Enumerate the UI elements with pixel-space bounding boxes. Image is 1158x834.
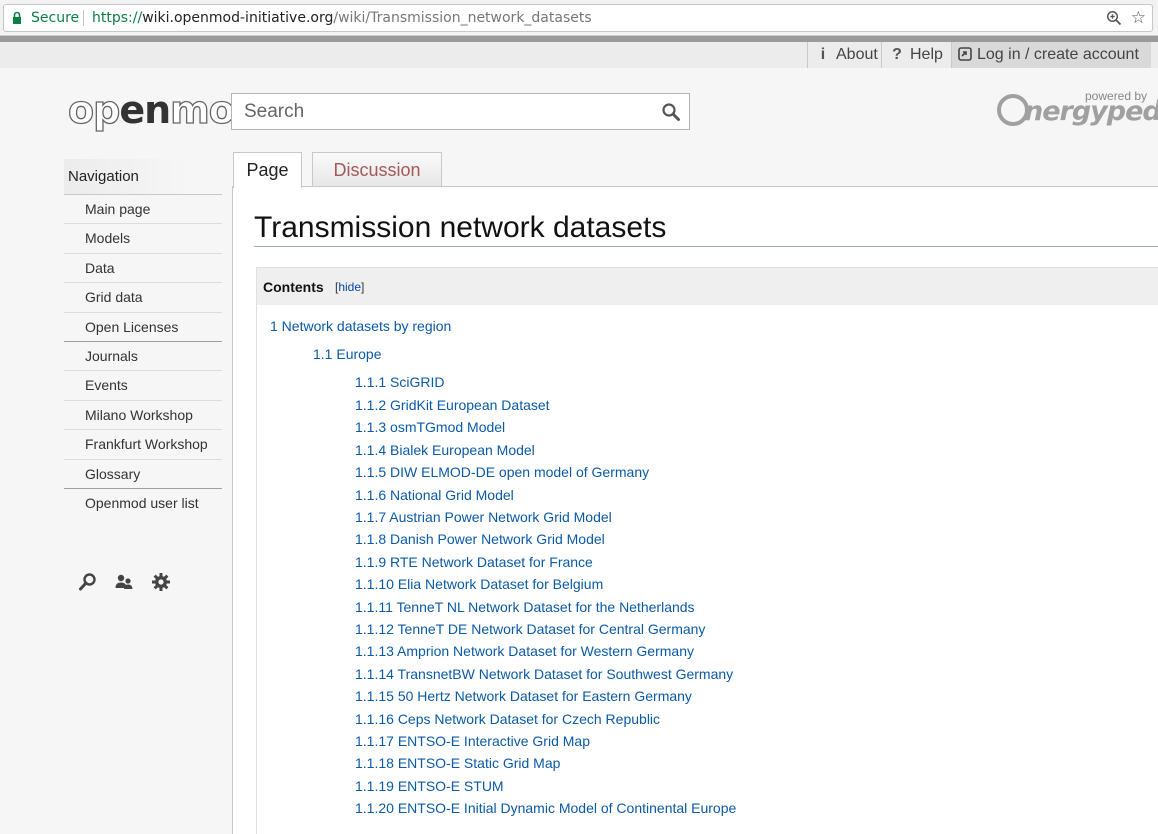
sidebar-link-milano-workshop[interactable]: Milano Workshop [64, 401, 222, 429]
toc-item[interactable]: 1.1.4 Bialek European Model [355, 442, 535, 458]
sidebar-item-glossary: Glossary [64, 460, 222, 489]
toc-item[interactable]: 1.1.3 osmTGmod Model [355, 419, 505, 435]
sidebar-item-data: Data [64, 254, 222, 284]
sidebar-item-models: Models [64, 224, 222, 254]
sidebar-link-grid-data[interactable]: Grid data [64, 283, 222, 311]
info-icon: i [820, 46, 826, 63]
about-link[interactable]: i About [807, 42, 881, 68]
toc-item[interactable]: 1.1.17 ENTSO-E Interactive Grid Map [355, 733, 590, 749]
search-icon[interactable] [78, 572, 98, 592]
sidebar-link-data[interactable]: Data [64, 254, 222, 282]
search-box [231, 93, 690, 130]
address-separator [83, 10, 84, 26]
toc-item[interactable]: 1.1.16 Ceps Network Dataset for Czech Re… [355, 711, 660, 727]
toc-item[interactable]: 1.1.9 RTE Network Dataset for France [355, 554, 593, 570]
logo-part-op: op [67, 87, 121, 132]
bookmark-star-icon[interactable]: ☆ [1131, 8, 1146, 28]
sidebar-item-main-page: Main page [64, 195, 222, 225]
url-host: wiki.openmod-initiative.org [142, 10, 334, 26]
toc-item[interactable]: 1.1.14 TransnetBW Network Dataset for So… [355, 666, 733, 682]
users-icon[interactable] [114, 572, 134, 592]
toc-item[interactable]: 1.1.12 TenneT DE Network Dataset for Cen… [355, 621, 705, 637]
sidebar-link-journals[interactable]: Journals [64, 342, 222, 370]
url-path: /wiki/Transmission_network_datasets [333, 10, 592, 26]
tab-discussion[interactable]: Discussion [312, 152, 442, 186]
toc-hide-link[interactable]: hide [338, 280, 361, 294]
toc-toggle: [hide] [335, 280, 364, 294]
login-label: Log in / create account [977, 46, 1139, 63]
toc-item[interactable]: 1.1.10 Elia Network Dataset for Belgium [355, 576, 603, 592]
help-link[interactable]: ? Help [881, 42, 951, 68]
zoom-icon[interactable] [1106, 10, 1122, 26]
toc-item[interactable]: 1.1.6 National Grid Model [355, 487, 514, 503]
login-icon [958, 47, 972, 61]
about-label: About [836, 46, 878, 63]
sidebar-link-frankfurt-workshop[interactable]: Frankfurt Workshop [64, 430, 222, 458]
sidebar-link-models[interactable]: Models [64, 224, 222, 252]
url-protocol: https:// [92, 10, 143, 26]
tab-page[interactable]: Page [233, 152, 302, 188]
search-icon[interactable] [661, 102, 681, 122]
browser-address-bar: Secure https://wiki.openmod-initiative.o… [0, 0, 1158, 36]
sidebar-link-open-licenses[interactable]: Open Licenses [64, 313, 222, 341]
sidebar-item-frankfurt-workshop: Frankfurt Workshop [64, 430, 222, 460]
sidebar-item-events: Events [64, 371, 222, 401]
toc-item[interactable]: 1.1.2 GridKit European Dataset [355, 397, 550, 413]
sidebar-item-grid-data: Grid data [64, 283, 222, 313]
toc-item[interactable]: 1.1.19 ENTSO-E STUM [355, 778, 504, 794]
url-text[interactable]: https://wiki.openmod-initiative.org/wiki… [92, 10, 592, 26]
toc-toggle-close-bracket: ] [361, 280, 365, 294]
gear-icon[interactable] [151, 572, 171, 592]
secure-label: Secure [31, 10, 80, 26]
lock-icon [13, 11, 21, 24]
sidebar-link-glossary[interactable]: Glossary [64, 460, 222, 488]
toc-item[interactable]: 1.1.8 Danish Power Network Grid Model [355, 531, 605, 547]
toc-title: Contents [263, 279, 324, 295]
sidebar-link-events[interactable]: Events [64, 371, 222, 399]
toc-item[interactable]: 1.1.11 TenneT NL Network Dataset for the… [355, 599, 695, 615]
help-label: Help [910, 46, 943, 63]
sidebar-item-milano-workshop: Milano Workshop [64, 401, 222, 431]
toc-item[interactable]: 1.1.5 DIW ELMOD-DE open model of Germany [355, 464, 649, 480]
login-link[interactable]: Log in / create account [951, 42, 1151, 68]
toc-item[interactable]: 1.1.20 ENTSO-E Initial Dynamic Model of … [355, 800, 736, 816]
sidebar-item-journals: Journals [64, 342, 222, 372]
toc-item[interactable]: 1.1.13 Amprion Network Dataset for Weste… [355, 643, 694, 659]
toc-header: Contents [hide] [257, 268, 1158, 305]
toc-item[interactable]: 1.1.1 SciGRID [355, 374, 444, 390]
toc-item[interactable]: 1 Network datasets by region [270, 318, 451, 334]
toc-item[interactable]: 1.1.15 50 Hertz Network Dataset for East… [355, 688, 692, 704]
search-input[interactable] [232, 94, 652, 129]
page-title: Transmission network datasets [254, 211, 667, 244]
sidebar-item-openmod-user-list: Openmod user list [64, 489, 222, 518]
toc-item[interactable]: 1.1.7 Austrian Power Network Grid Model [355, 509, 612, 525]
sidebar-link-main-page[interactable]: Main page [64, 195, 222, 223]
navigation-heading: Navigation [64, 159, 222, 195]
toc-item[interactable]: 1.1 Europe [313, 346, 382, 362]
navigation-list: Main page Models Data Grid data Open Lic… [64, 195, 222, 518]
question-icon: ? [892, 46, 902, 63]
url-field[interactable]: Secure https://wiki.openmod-initiative.o… [3, 4, 1153, 32]
personal-tools-bar: i About ? Help Log in / create account [0, 42, 1158, 68]
toc-item[interactable]: 1.1.18 ENTSO-E Static Grid Map [355, 755, 560, 771]
title-divider [254, 246, 1158, 247]
sidebar-link-openmod-user-list[interactable]: Openmod user list [64, 489, 222, 517]
energypedia-logo-text[interactable]: nergypedia [1024, 96, 1158, 127]
logo-part-en: en [119, 88, 171, 132]
sidebar-item-open-licenses: Open Licenses [64, 313, 222, 342]
